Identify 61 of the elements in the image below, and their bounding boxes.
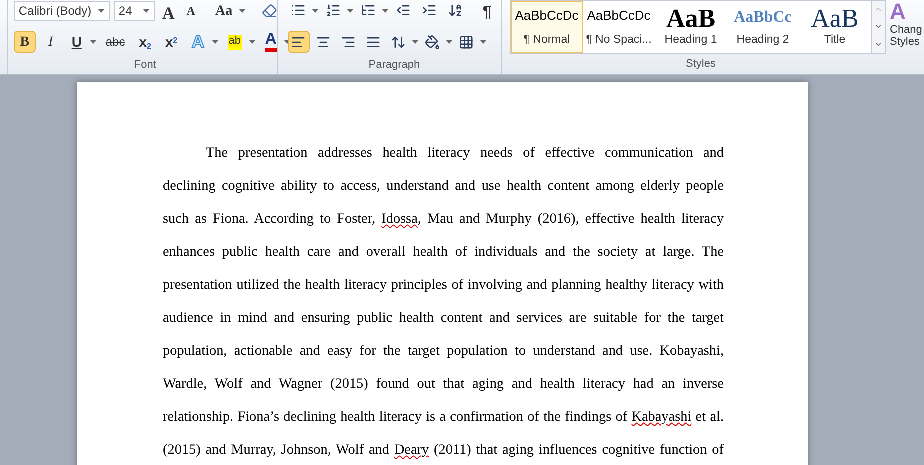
multilevel-list-icon	[361, 3, 376, 18]
line-spacing-icon	[391, 34, 406, 50]
dropdown-caret-icon	[412, 40, 419, 44]
paragraph-line: population, actionable and easy for the target population to understand and use. Kobayashi,	[163, 343, 724, 361]
sort-icon	[448, 3, 464, 18]
bullet-list-icon	[291, 3, 306, 18]
numbered-list-icon	[326, 3, 342, 18]
justify-icon	[366, 34, 382, 50]
dropdown-caret-icon	[480, 40, 487, 44]
dropdown-caret-icon	[90, 40, 97, 44]
highlight-button[interactable]: ab	[222, 31, 247, 53]
align-left-button[interactable]	[288, 31, 310, 53]
increase-indent-icon	[422, 3, 438, 18]
align-center-icon	[316, 34, 332, 50]
strike-button[interactable]: abc	[100, 31, 130, 53]
borders-icon	[459, 34, 474, 50]
dropdown-caret-icon	[248, 40, 256, 44]
group-label: Styles	[686, 56, 716, 72]
font-size-field[interactable]: 24	[114, 0, 154, 20]
align-right-icon	[341, 34, 356, 50]
dropdown-caret-icon	[446, 40, 453, 44]
gallery-scroll-bar[interactable]	[872, 0, 886, 54]
paragraph-line: relationship. Fiona’s declining health literacy is a confirmation of the findings of Kabayashi et al.	[163, 409, 724, 427]
dropdown-caret-icon	[212, 40, 219, 44]
grow-font-button[interactable]: A	[158, 0, 179, 20]
paragraph-line: presentation utilized the health literacy principles of involving and planning healthy literacy with	[163, 277, 724, 295]
color-button[interactable]: A	[260, 31, 282, 53]
paragraph-line: such as Fiona. According to Foster, Idossa, Mau and Murphy (2016), effective health literacy	[163, 211, 724, 229]
style-tile[interactable]: AaB Heading 1	[655, 1, 727, 53]
paragraph-line: The presentation addresses health literacy needs of effective communication and	[205, 145, 724, 163]
dropdown-caret-icon	[382, 8, 389, 12]
italic-button[interactable]: I	[40, 31, 62, 53]
style-tile[interactable]: AaBbCcDc ¶ Normal	[511, 1, 583, 53]
shading-icon	[425, 34, 440, 50]
clear-formatting-icon[interactable]	[262, 2, 277, 18]
underline-button[interactable]: U	[66, 31, 88, 53]
bold-button[interactable]: B	[14, 31, 36, 53]
dropdown-caret-icon	[312, 8, 319, 12]
paragraph-line: (2015) and Murray, Johnson, Wolf and Deary (2011) that aging influences cognitive function of	[163, 442, 724, 460]
decrease-indent-icon	[396, 3, 412, 18]
change-case-button[interactable]: Aa	[211, 0, 237, 20]
paragraph-line: Wardle, Wolf and Wagner (2015) found out that aging and health literacy had an inverse	[163, 376, 724, 394]
show-marks-button[interactable]: ¶	[478, 0, 496, 20]
dropdown-caret-icon	[142, 8, 150, 12]
dropdown-caret-icon	[238, 8, 246, 12]
sub-button[interactable]: x$_{2}$	[134, 31, 156, 53]
align-left-icon	[291, 34, 306, 50]
dropdown-caret-icon	[346, 8, 354, 12]
change-styles-button[interactable]: A Chang Styles	[890, 0, 924, 54]
dropdown-caret-icon	[98, 8, 105, 12]
style-tile[interactable]: AaB Title	[799, 1, 871, 53]
sup-button[interactable]: x$^{2}$	[160, 31, 183, 53]
paragraph-line: enhances public health care and overall health of individuals and the society at large. The	[163, 244, 724, 262]
font-name-field[interactable]: Calibri (Body)	[14, 0, 110, 20]
group-label: Font	[134, 58, 156, 74]
style-tile[interactable]: AaBbCcDc ¶ No Spaci...	[583, 1, 655, 53]
group-label: Paragraph	[368, 58, 420, 74]
paragraph-line: audience in mind and ensuring public health content and services are suitable for the target	[163, 310, 724, 328]
style-tile[interactable]: AaBbCc Heading 2	[727, 1, 799, 53]
paragraph-line: declining cognitive ability to access, understand and use health content among elderly people	[163, 178, 724, 196]
shrink-font-button[interactable]: A	[182, 0, 200, 20]
